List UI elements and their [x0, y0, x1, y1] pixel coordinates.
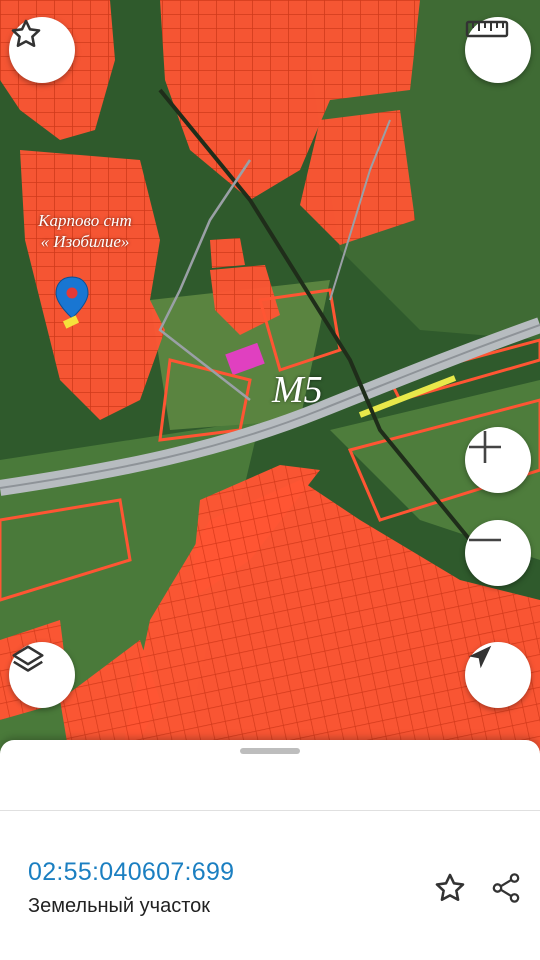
sheet-divider: [0, 810, 540, 811]
settlement-label-line1: Карпово снт: [38, 211, 132, 230]
parcel-info-sheet[interactable]: 02:55:040607:699 Земельный участок: [0, 740, 540, 960]
zoom-in-button[interactable]: [465, 427, 531, 493]
sheet-favorite-button[interactable]: [430, 868, 470, 908]
settlement-label: Карпово снт « Изобилие»: [0, 210, 170, 252]
favorite-button[interactable]: [9, 17, 75, 83]
map-view[interactable]: Карпово снт « Изобилие» M5: [0, 0, 540, 760]
highway-label: M5: [272, 369, 323, 411]
share-button[interactable]: [486, 868, 526, 908]
plus-icon: [469, 431, 501, 463]
ruler-icon: [465, 20, 509, 38]
star-outline-icon: [435, 873, 465, 902]
sheet-drag-handle[interactable]: [240, 748, 300, 754]
share-icon: [492, 873, 520, 903]
my-location-button[interactable]: [465, 642, 531, 708]
zoom-out-button[interactable]: [465, 520, 531, 586]
navigation-arrow-icon: [468, 645, 492, 669]
ruler-button[interactable]: [465, 17, 531, 83]
satellite-map: [0, 0, 540, 760]
layers-icon: [12, 645, 44, 672]
cadastral-number[interactable]: 02:55:040607:699: [28, 858, 234, 887]
star-outline-icon: [11, 19, 41, 48]
settlement-label-line2: « Изобилие»: [40, 232, 130, 251]
object-type: Земельный участок: [28, 895, 211, 917]
minus-icon: [469, 538, 501, 542]
layers-button[interactable]: [9, 642, 75, 708]
